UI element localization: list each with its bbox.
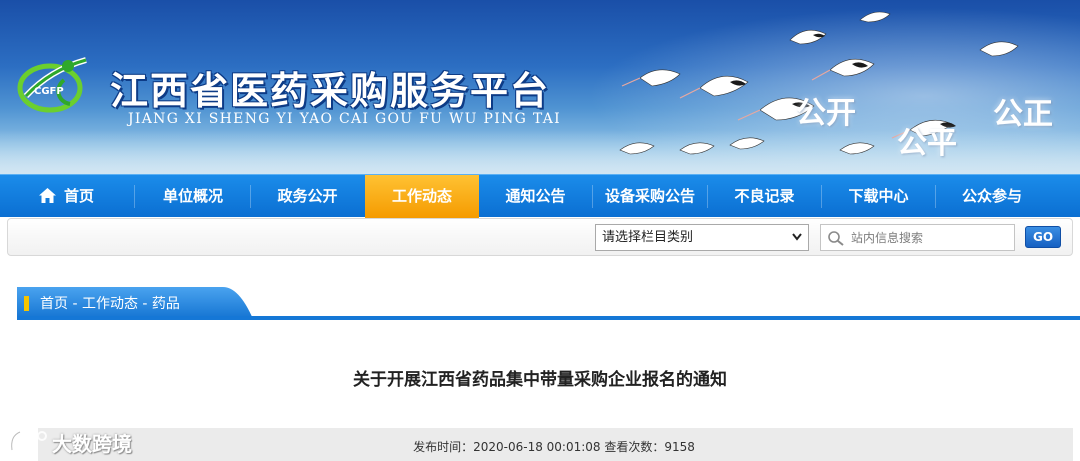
breadcrumb-home[interactable]: 首页 [40,296,68,312]
category-select[interactable]: 请选择栏目类别 [595,224,809,251]
watermark-text: 大数跨境 [52,432,132,456]
nav-home[interactable]: 首页 [14,175,119,218]
nav-divider [134,185,135,208]
breadcrumb-underline [17,316,1080,320]
category-select-value: 请选择栏目类别 [602,230,694,245]
breadcrumb-current[interactable]: 药品 [152,296,180,312]
nav-home-label: 首页 [63,187,94,205]
nav-unit-overview[interactable]: 单位概况 [136,175,250,218]
nav-government-affairs[interactable]: 政务公开 [251,175,364,218]
slogan-fair: 公平 [897,126,957,161]
chevron-down-icon [792,233,802,241]
breadcrumb-separator: - [137,296,152,312]
nav-download-center[interactable]: 下载中心 [822,175,935,218]
cgfp-logo-icon: CGFP [17,57,87,113]
nav-notices[interactable]: 通知公告 [479,175,592,218]
nav-public-participation[interactable]: 公众参与 [936,175,1048,218]
nav-equipment-procurement[interactable]: 设备采购公告 [593,175,707,218]
site-pinyin: JIANG XI SHENG YI YAO CAI GOU FU WU PING… [128,111,561,127]
nav-bad-records[interactable]: 不良记录 [708,175,821,218]
search-input[interactable] [851,228,1009,248]
cranes-illustration [619,11,1019,155]
home-icon [38,188,56,203]
main-nav: 首页 单位概况 政务公开 工作动态 通知公告 设备采购公告 不良记录 下载中心 … [0,174,1080,218]
slogan-just: 公正 [993,97,1053,132]
breadcrumb-marker [24,296,29,311]
logo-text: CGFP [34,86,64,97]
watermark-logo-icon [11,431,47,451]
search-icon [828,231,844,246]
site-title: 江西省医药采购服务平台 [110,69,551,113]
go-button[interactable]: GO [1025,226,1061,248]
article-title: 关于开展江西省药品集中带量采购企业报名的通知 [353,370,727,390]
search-field[interactable] [820,224,1015,251]
slogan-open: 公开 [796,96,856,131]
site-banner: CGFP 江西省医药采购服务平台 JIANG XI SHENG YI YAO C… [0,0,1080,174]
nav-work-updates[interactable]: 工作动态 [365,175,479,218]
breadcrumb-section[interactable]: 工作动态 [82,296,138,312]
breadcrumb-separator: - [68,296,82,312]
search-bar: 请选择栏目类别 GO [7,218,1073,256]
breadcrumb: 首页 - 工作动态 - 药品 [40,293,180,313]
article-meta: 发布时间：2020-06-18 00:01:08 查看次数：9158 [413,440,695,454]
